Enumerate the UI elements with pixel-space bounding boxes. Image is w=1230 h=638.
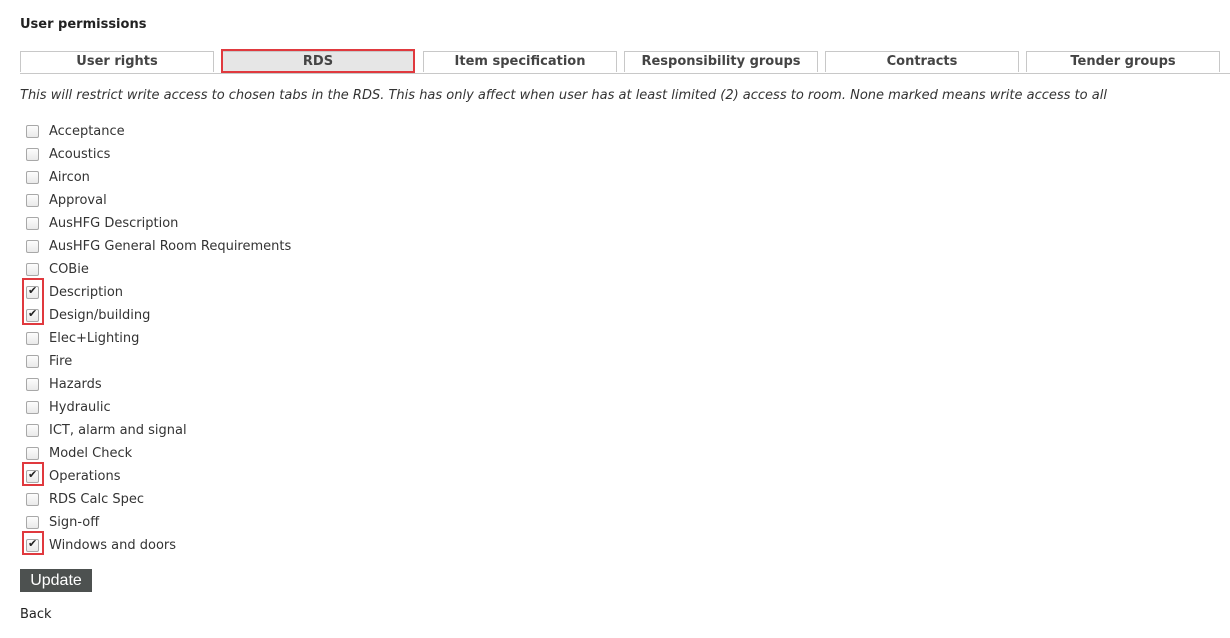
list-item: AusHFG Description <box>26 212 291 235</box>
tab-bar: User rights RDS Item specification Respo… <box>20 51 1230 74</box>
list-item: COBie <box>26 258 291 281</box>
design-building-label: Design/building <box>49 308 151 323</box>
cobie-checkbox[interactable] <box>26 263 39 276</box>
list-item: Hazards <box>26 373 291 396</box>
elec-lighting-checkbox[interactable] <box>26 332 39 345</box>
list-item: Hydraulic <box>26 396 291 419</box>
list-item: RDS Calc Spec <box>26 488 291 511</box>
list-item: Windows and doors <box>26 534 291 557</box>
list-item: Description <box>26 281 291 304</box>
acceptance-checkbox[interactable] <box>26 125 39 138</box>
model-check-label: Model Check <box>49 446 133 461</box>
operations-checkbox[interactable] <box>26 468 39 483</box>
acoustics-label: Acoustics <box>49 147 111 162</box>
hydraulic-label: Hydraulic <box>49 400 111 415</box>
aushfg-general-room-requirements-label: AusHFG General Room Requirements <box>49 239 292 254</box>
acceptance-label: Acceptance <box>49 124 125 139</box>
windows-doors-label: Windows and doors <box>49 538 177 553</box>
list-item: Aircon <box>26 166 291 189</box>
ict-alarm-signal-label: ICT, alarm and signal <box>49 423 187 438</box>
rds-calc-spec-checkbox[interactable] <box>26 493 39 506</box>
aushfg-general-room-requirements-checkbox[interactable] <box>26 240 39 253</box>
restriction-description: This will restrict write access to chose… <box>20 88 1107 103</box>
permission-list: Acceptance Acoustics Aircon Approval Aus… <box>26 120 291 557</box>
update-button[interactable]: Update <box>20 569 92 592</box>
list-item: ICT, alarm and signal <box>26 419 291 442</box>
list-item: Model Check <box>26 442 291 465</box>
aircon-label: Aircon <box>49 170 90 185</box>
acoustics-checkbox[interactable] <box>26 148 39 161</box>
model-check-checkbox[interactable] <box>26 447 39 460</box>
tab-contracts[interactable]: Contracts <box>825 51 1019 72</box>
hazards-checkbox[interactable] <box>26 378 39 391</box>
aushfg-description-label: AusHFG Description <box>49 216 179 231</box>
cobie-label: COBie <box>49 262 89 277</box>
rds-calc-spec-label: RDS Calc Spec <box>49 492 145 507</box>
hazards-label: Hazards <box>49 377 102 392</box>
tab-tender-groups[interactable]: Tender groups <box>1026 51 1220 72</box>
list-item: Approval <box>26 189 291 212</box>
fire-checkbox[interactable] <box>26 355 39 368</box>
description-label: Description <box>49 285 124 300</box>
ict-alarm-signal-checkbox[interactable] <box>26 424 39 437</box>
aushfg-description-checkbox[interactable] <box>26 217 39 230</box>
page-title: User permissions <box>20 17 147 32</box>
aircon-checkbox[interactable] <box>26 171 39 184</box>
approval-checkbox[interactable] <box>26 194 39 207</box>
list-item: Fire <box>26 350 291 373</box>
design-building-checkbox[interactable] <box>26 307 39 322</box>
list-item: Elec+Lighting <box>26 327 291 350</box>
sign-off-label: Sign-off <box>49 515 100 530</box>
tab-user-rights[interactable]: User rights <box>20 51 214 72</box>
list-item: Acceptance <box>26 120 291 143</box>
operations-label: Operations <box>49 469 121 484</box>
windows-doors-checkbox[interactable] <box>26 537 39 552</box>
approval-label: Approval <box>49 193 107 208</box>
list-item: Sign-off <box>26 511 291 534</box>
back-link[interactable]: Back <box>20 607 52 622</box>
description-checkbox[interactable] <box>26 284 39 299</box>
fire-label: Fire <box>49 354 73 369</box>
tab-responsibility-groups[interactable]: Responsibility groups <box>624 51 818 72</box>
list-item: Acoustics <box>26 143 291 166</box>
sign-off-checkbox[interactable] <box>26 516 39 529</box>
list-item: Design/building <box>26 304 291 327</box>
tab-item-specification[interactable]: Item specification <box>423 51 617 72</box>
tab-rds[interactable]: RDS <box>221 51 415 72</box>
list-item: AusHFG General Room Requirements <box>26 235 291 258</box>
list-item: Operations <box>26 465 291 488</box>
elec-lighting-label: Elec+Lighting <box>49 331 140 346</box>
hydraulic-checkbox[interactable] <box>26 401 39 414</box>
